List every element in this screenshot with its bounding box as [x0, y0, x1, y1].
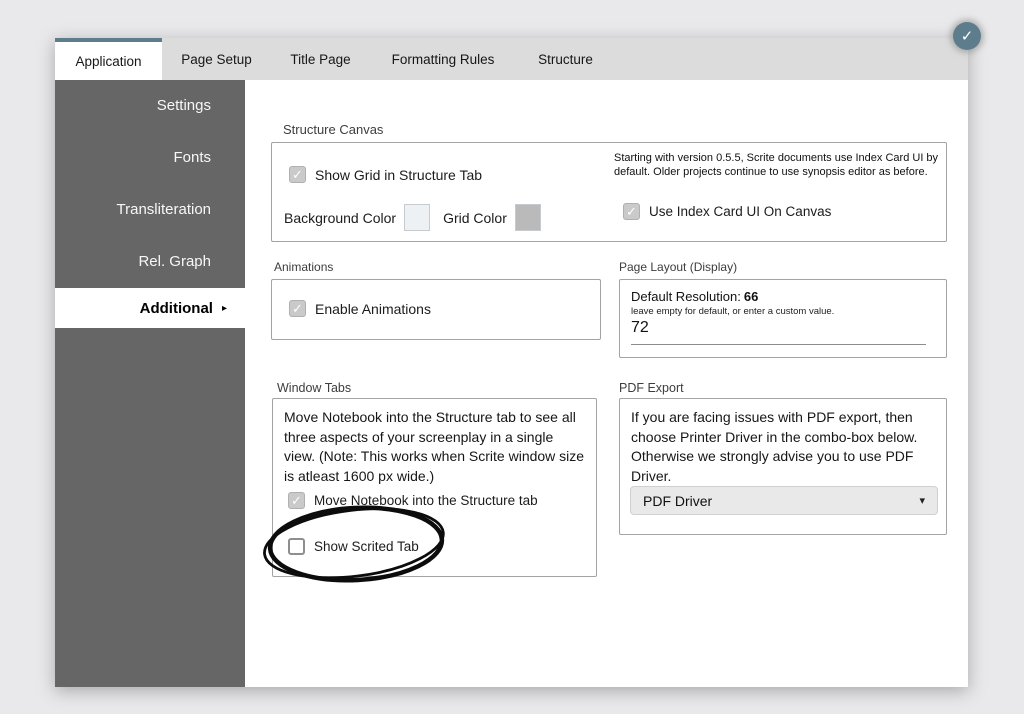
- check-icon: ✓: [961, 29, 974, 44]
- group-label-page-layout: Page Layout (Display): [619, 260, 737, 274]
- group-label-structure-canvas: Structure Canvas: [283, 122, 383, 137]
- group-page-layout: Default Resolution:66 leave empty for de…: [619, 279, 947, 358]
- default-resolution-label: Default Resolution:: [631, 289, 741, 304]
- tab-formatting-rules[interactable]: Formatting Rules: [370, 38, 516, 80]
- use-index-card-label: Use Index Card UI On Canvas: [649, 204, 831, 219]
- sidebar-item-fonts[interactable]: Fonts: [55, 132, 245, 184]
- grid-color-label: Grid Color: [443, 210, 507, 226]
- show-grid-label: Show Grid in Structure Tab: [315, 167, 482, 183]
- done-button[interactable]: ✓: [953, 22, 981, 50]
- group-label-pdf-export: PDF Export: [619, 381, 684, 395]
- caret-down-icon: ▾: [919, 494, 925, 507]
- window-tabs-description: Move Notebook into the Structure tab to …: [284, 408, 588, 486]
- check-icon: ✓: [292, 302, 303, 315]
- page-background: Application Page Setup Title Page Format…: [0, 0, 1024, 714]
- arrow-right-icon: ▸: [222, 303, 227, 314]
- group-label-animations: Animations: [274, 260, 333, 274]
- enable-animations-checkbox[interactable]: ✓: [289, 300, 306, 317]
- default-resolution-value: 66: [744, 289, 758, 304]
- sidebar-item-additional[interactable]: Additional ▸: [55, 288, 245, 328]
- resolution-hint: leave empty for default, or enter a cust…: [631, 306, 834, 317]
- group-structure-canvas: ✓ Show Grid in Structure Tab Background …: [271, 142, 947, 242]
- pdf-export-description: If you are facing issues with PDF export…: [631, 408, 935, 486]
- tab-page-setup[interactable]: Page Setup: [162, 38, 271, 80]
- enable-animations-label: Enable Animations: [315, 301, 431, 317]
- check-icon: ✓: [626, 205, 637, 218]
- sidebar-item-rel-graph[interactable]: Rel. Graph: [55, 236, 245, 288]
- check-icon: ✓: [292, 168, 303, 181]
- default-resolution-line: Default Resolution:66: [631, 289, 758, 304]
- tab-title-page[interactable]: Title Page: [271, 38, 370, 80]
- background-color-label: Background Color: [284, 210, 396, 226]
- canvas-color-row: Background Color Grid Color: [284, 204, 541, 231]
- show-grid-row: ✓ Show Grid in Structure Tab: [289, 166, 482, 183]
- enable-animations-row: ✓ Enable Animations: [289, 300, 431, 317]
- tab-structure[interactable]: Structure: [516, 38, 615, 80]
- pdf-driver-dropdown[interactable]: PDF Driver ▾: [630, 486, 938, 515]
- pdf-driver-selected-value: PDF Driver: [643, 493, 712, 509]
- use-index-card-checkbox[interactable]: ✓: [623, 203, 640, 220]
- tab-application[interactable]: Application: [55, 38, 162, 80]
- grid-color-swatch[interactable]: [515, 204, 541, 231]
- sidebar-item-label: Additional: [140, 300, 213, 317]
- use-index-card-row: ✓ Use Index Card UI On Canvas: [623, 203, 831, 220]
- hand-drawn-circle-annotation: [256, 496, 456, 592]
- tab-bar: Application Page Setup Title Page Format…: [55, 38, 968, 80]
- show-grid-checkbox[interactable]: ✓: [289, 166, 306, 183]
- background-color-swatch[interactable]: [404, 204, 430, 231]
- sidebar-item-transliteration[interactable]: Transliteration: [55, 184, 245, 236]
- sidebar: Settings Fonts Transliteration Rel. Grap…: [55, 80, 245, 687]
- group-pdf-export: If you are facing issues with PDF export…: [619, 398, 947, 535]
- settings-content: Structure Canvas ✓ Show Grid in Structur…: [245, 80, 968, 687]
- index-card-info-text: Starting with version 0.5.5, Scrite docu…: [614, 152, 944, 179]
- resolution-input[interactable]: [631, 319, 926, 345]
- group-label-window-tabs: Window Tabs: [277, 381, 351, 395]
- group-animations: ✓ Enable Animations: [271, 279, 601, 340]
- group-window-tabs: Move Notebook into the Structure tab to …: [272, 398, 597, 577]
- settings-dialog: Application Page Setup Title Page Format…: [55, 38, 968, 687]
- sidebar-item-settings[interactable]: Settings: [55, 80, 245, 132]
